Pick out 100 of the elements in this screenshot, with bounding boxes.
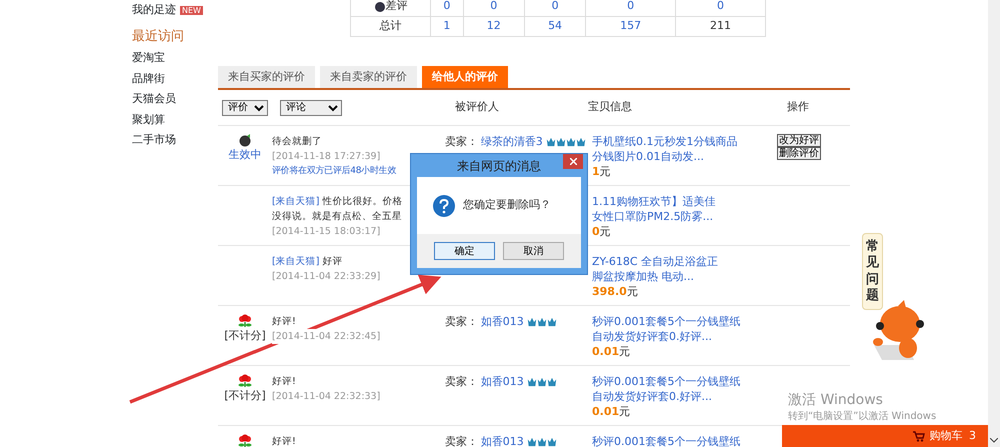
action-button[interactable]: 改为好评: [777, 134, 821, 147]
source-link[interactable]: [来自天猫]: [272, 256, 320, 267]
activation-title: 激活 Windows: [788, 391, 883, 410]
currency-text: 元: [619, 405, 630, 418]
table-cell: 差评: [386, 0, 408, 12]
cart-icon: [913, 430, 926, 442]
dialog-button[interactable]: 确定: [434, 242, 495, 260]
comment-text: [来自天猫] 性价比很好。价格没得说。就是有点松、全五星: [272, 195, 404, 224]
item-link[interactable]: ZY-618C 全自动足浴盆正: [592, 254, 748, 269]
tab[interactable]: 来自卖家的评价: [320, 66, 417, 88]
tab[interactable]: 给他人的评价: [422, 66, 508, 88]
status-label: [不计分]: [224, 388, 266, 403]
crown-icon: [536, 376, 546, 387]
table-cell: 0: [676, 0, 766, 16]
flower-icon: [238, 434, 252, 447]
flower-icon: [238, 314, 252, 328]
crown-icon: [526, 436, 536, 447]
source-link[interactable]: [来自天猫]: [272, 196, 320, 207]
sidebar-link[interactable]: 品牌街: [132, 72, 165, 84]
currency-text: 元: [626, 285, 638, 298]
price-text: 1: [592, 165, 600, 178]
activation-hint: 转到“电脑设置”以激活 Windows: [788, 410, 936, 424]
sidebar-link[interactable]: 我的足迹: [132, 3, 176, 16]
price-text: 398.0: [592, 285, 627, 298]
item-link[interactable]: 脚盆按摩加热 电动...: [592, 269, 748, 284]
crown-icon: [536, 316, 546, 327]
column-header: 被评价人: [455, 99, 499, 116]
currency-text: 元: [600, 225, 611, 238]
item-link[interactable]: 分钱图片0.01自动发...: [592, 149, 748, 164]
price-text: 0: [592, 225, 600, 238]
date-text: [2014-11-04 22:32:45]: [272, 329, 380, 344]
table-cell: 0: [430, 0, 464, 16]
dialog-title: 来自网页的消息: [457, 158, 541, 174]
seller-label: 卖家：: [445, 315, 478, 328]
status-label: 生效中: [228, 147, 262, 162]
crown-icon: [546, 316, 556, 327]
comment-text: 好评!: [272, 315, 297, 329]
seller-label: 卖家：: [445, 375, 478, 388]
crown-icon: [546, 136, 556, 147]
face-icon: [238, 134, 252, 147]
seller-link[interactable]: 如香013: [480, 435, 524, 447]
item-link[interactable]: 自动发货好评套0.好评...: [592, 329, 748, 344]
sidebar-link[interactable]: 爱淘宝: [132, 51, 165, 64]
table-cell: 211: [676, 16, 766, 36]
sidebar-link[interactable]: 二手市场: [132, 133, 176, 146]
cart-label: 购物车: [929, 428, 962, 444]
seller-label: 卖家：: [445, 135, 478, 148]
crown-icon: [566, 136, 576, 147]
face-icon: [374, 0, 386, 12]
dialog-message: 您确定要删除吗？: [463, 197, 551, 214]
seller-link[interactable]: 如香013: [480, 375, 524, 388]
close-icon: [570, 158, 576, 165]
sidebar-link[interactable]: 天猫会员: [132, 92, 176, 105]
crown-icon: [556, 136, 566, 147]
crown-icon: [536, 436, 546, 447]
flower-icon: [238, 374, 252, 388]
help-tab[interactable]: 常见问题: [862, 233, 883, 310]
item-link[interactable]: 手机壁纸0.1元秒发1分钱商品: [592, 134, 748, 149]
crown-icon: [526, 376, 536, 387]
comment-text: 好评!: [272, 375, 297, 389]
item-link[interactable]: 秒评0.001套餐5个一分钱壁纸: [592, 434, 748, 447]
crown-icon: [546, 436, 556, 447]
item-link[interactable]: 自动发货好评套0.好评...: [592, 389, 748, 404]
column-header: 宝贝信息: [588, 99, 632, 116]
comment-text: 好评!: [272, 435, 297, 447]
item-link[interactable]: 1.11购物狂欢节】适美佳: [592, 194, 748, 209]
seller-link[interactable]: 绿茶的清香3: [480, 135, 543, 148]
sidebar-link[interactable]: 聚划算: [132, 112, 165, 126]
comment-text: [来自天猫] 好评: [272, 255, 344, 269]
price-text: 0.01: [592, 345, 620, 358]
close-button[interactable]: [563, 154, 583, 169]
currency-text: 元: [619, 345, 630, 358]
table-cell: 1: [430, 16, 464, 36]
dialog-button[interactable]: 取消: [503, 242, 564, 260]
action-button[interactable]: 删除评价: [777, 147, 821, 160]
section-title: 最近访问: [132, 28, 185, 46]
cart-count: 3: [969, 428, 976, 444]
table-cell: 54: [524, 16, 586, 36]
filter-select[interactable]: 评论: [280, 100, 342, 116]
item-link[interactable]: 女性口罩防PM2.5防雾...: [592, 209, 748, 224]
item-link[interactable]: 秒评0.001套餐5个一分钱壁纸: [592, 374, 748, 389]
table-cell: 0: [463, 0, 524, 16]
question-icon: [433, 194, 455, 216]
seller-link[interactable]: 如香013: [480, 315, 524, 328]
comment-text: 待会就删了: [272, 135, 323, 149]
filter-select[interactable]: 评价: [222, 100, 268, 116]
seller-label: 卖家：: [445, 435, 478, 447]
table-cell: 0: [524, 0, 586, 16]
status-note: 评价将在双方已评后48小时生效: [272, 164, 397, 178]
price-text: 0.01: [592, 405, 620, 418]
currency-text: 元: [600, 165, 611, 178]
table-cell: 12: [463, 16, 524, 36]
scroll-down-icon[interactable]: [990, 438, 998, 443]
crown-icon: [526, 316, 536, 327]
item-link[interactable]: 秒评0.001套餐5个一分钱壁纸: [592, 314, 748, 329]
crown-icon: [576, 136, 586, 147]
tab[interactable]: 来自买家的评价: [218, 66, 315, 88]
status-label: [不计分]: [224, 328, 266, 343]
new-badge: NEW: [180, 6, 203, 15]
table-cell: 总计: [350, 16, 430, 36]
